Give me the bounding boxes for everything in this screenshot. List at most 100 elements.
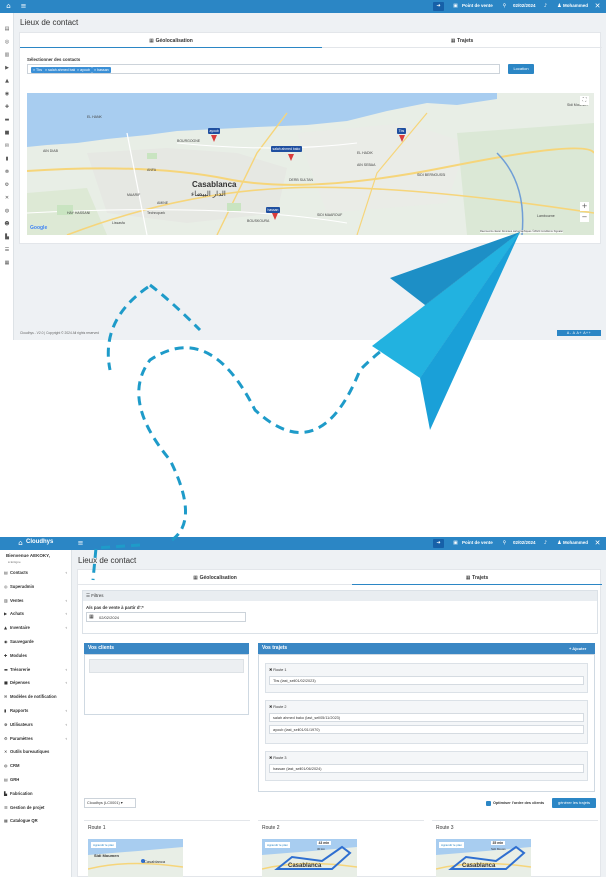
database-icon[interactable]: ◉ [4, 91, 10, 97]
search-icon[interactable]: ⚲ [500, 2, 509, 11]
puzzle-icon[interactable]: ✚ [4, 104, 10, 110]
home-icon[interactable]: ⌂ [4, 2, 13, 11]
sidebar-item[interactable]: ◉ Sauvegarde [4, 638, 70, 646]
generate-routes-button[interactable]: générer les trajets [552, 798, 596, 808]
sidebar-item[interactable]: ▮ Rapports ‹ [4, 707, 70, 715]
topbar-user[interactable]: Mohammed [563, 3, 588, 8]
route-map[interactable]: Agrandir le plan Casablanca 43 min 30 km [262, 839, 357, 877]
route-item[interactable]: salah ahmed bako (last_sell05/11/2023) [269, 713, 584, 722]
enlarge-map-button[interactable]: Agrandir le plan [265, 842, 291, 848]
route-map[interactable]: Agrandir le plan Casablanca 35 min Sidi Mou… [436, 839, 531, 877]
sidebar-item[interactable]: ▶ Achats ‹ [4, 610, 70, 618]
gear-icon[interactable]: ⚙ [4, 182, 10, 188]
sidebar-item[interactable]: ■ Dépenses ‹ [4, 679, 70, 687]
route-item[interactable]: hassan (last_sell01/06/2024) [269, 764, 584, 773]
chart-icon[interactable]: ▮ [4, 156, 10, 162]
fullscreen-icon[interactable]: ⛶ [580, 96, 589, 105]
location-button[interactable]: Location [508, 64, 534, 74]
sidebar-item[interactable]: ▥ Ventes ‹ [4, 597, 70, 605]
route-title[interactable]: ✖ Route 2 [269, 704, 287, 709]
sidebar-item[interactable]: ✕ Outils bureautiques [4, 748, 70, 756]
filter-header[interactable]: ☰ Filtres [83, 591, 597, 601]
sidebar-item[interactable]: ▲ Inventaire ‹ [4, 624, 70, 632]
route-item[interactable]: Tbs (last_sell01/02/2023) [269, 676, 584, 685]
tab-geolocation[interactable]: ▦ Géolocalisation [20, 35, 322, 48]
eye-icon[interactable]: ◍ [4, 208, 10, 214]
industry-icon[interactable]: ▙ [4, 234, 10, 240]
truck-icon[interactable]: ▶ [4, 65, 10, 71]
brand-name[interactable]: Cloudhys [26, 539, 53, 545]
font-size-controls[interactable]: A- A A+ A++ [557, 330, 601, 336]
sidebar-item[interactable]: ⚙ Paramètres ‹ [4, 735, 70, 743]
route-card-title: Route 2 [262, 825, 280, 831]
map-pin[interactable] [399, 135, 405, 142]
warehouse-select[interactable]: Cloudhys (LC0001) ▾ [84, 798, 136, 808]
bell-icon[interactable]: ♪ [541, 2, 550, 11]
tools-icon[interactable]: ✕ [593, 539, 602, 548]
zoom-out-button[interactable]: − [580, 213, 589, 222]
contact-chip[interactable]: × hassan [92, 67, 111, 73]
sidebar-item[interactable]: ▬ Trésorerie ‹ [4, 666, 70, 674]
bell-icon[interactable]: ♪ [541, 539, 550, 548]
tab-trajets[interactable]: ▦ Trajets [352, 572, 602, 585]
map-pin[interactable] [288, 154, 294, 161]
topbar-user[interactable]: Mohammed [563, 540, 588, 545]
search-icon[interactable]: ⚲ [500, 539, 509, 548]
contact-chip[interactable]: × ayoub [75, 67, 92, 73]
pos-label[interactable]: Point de vente [462, 3, 493, 8]
wallet-icon[interactable]: ■ [4, 130, 10, 136]
tools-icon[interactable]: ✕ [593, 2, 602, 11]
qr-icon[interactable]: ▦ [4, 260, 10, 266]
zoom-in-button[interactable]: + [580, 202, 589, 211]
sidebar-item[interactable]: ▤ Contacts ‹ [4, 569, 70, 577]
sidebar-item[interactable]: ◍ CRM [4, 762, 70, 770]
menu-icon[interactable]: ≡ [19, 2, 28, 11]
sidebar-item[interactable]: ☸ Utilisateurs ‹ [4, 721, 70, 729]
menu-icon[interactable]: ≡ [76, 539, 85, 548]
chevron-left-icon: ‹ [65, 735, 67, 741]
tasks-icon[interactable]: ☰ [4, 247, 10, 253]
route-card-title: Route 1 [88, 825, 106, 831]
route-item[interactable]: ayoub (last_sell01/01/1970) [269, 725, 584, 734]
route-map[interactable]: Agrandir le plan Sidi Moumen Casablanca [88, 839, 183, 877]
optimize-label: Optimiser l'ordre des clients [493, 801, 545, 805]
users-cog-icon[interactable]: ☸ [4, 169, 10, 175]
map-pin[interactable] [211, 135, 217, 142]
users-icon[interactable]: ▤ [4, 26, 10, 32]
sidebar-item[interactable]: ✚ Modules [4, 652, 70, 660]
add-route-button[interactable]: + Ajouter [569, 646, 586, 651]
sidebar-item[interactable]: ▤ GRH [4, 776, 70, 784]
sidebar-item[interactable]: ▦ Catalogue QR [4, 817, 70, 825]
route-title[interactable]: ✖ Route 1 [269, 667, 287, 672]
map-pin[interactable] [272, 213, 278, 220]
user-shield-icon[interactable]: ◎ [4, 39, 10, 45]
money-icon[interactable]: ▬ [4, 117, 10, 123]
tab-trajets[interactable]: ▦ Trajets [322, 35, 602, 48]
sidebar-item[interactable]: ☰ Gestion de projet [4, 804, 70, 812]
envelope-icon[interactable]: ✉ [4, 143, 10, 149]
sidebar-item[interactable]: ✉ Modèles de notification [4, 693, 70, 701]
enlarge-map-button[interactable]: Agrandir le plan [439, 842, 465, 848]
sidebar-item[interactable]: ▙ Fabrication [4, 790, 70, 798]
date-input[interactable]: ▦ 02/02/2024 [86, 612, 246, 622]
boxes-icon[interactable]: ▲ [4, 78, 10, 84]
tools-icon[interactable]: ✕ [4, 195, 10, 201]
pos-label[interactable]: Point de vente [462, 540, 493, 545]
cart-icon[interactable]: ▥ [4, 52, 10, 58]
map-label: DERB SULTAN [289, 178, 313, 182]
optimize-checkbox[interactable] [486, 801, 491, 806]
sidebar-item[interactable]: ◎ Superadmin [4, 583, 70, 591]
online-status: ● Enligne [8, 560, 21, 564]
contacts-select[interactable]: × Tbs × salah ahmed bako × ayoub × hassa… [27, 64, 500, 74]
enlarge-map-button[interactable]: Agrandir le plan [91, 842, 117, 848]
clients-dropzone[interactable] [89, 659, 244, 673]
route-title[interactable]: ✖ Route 3 [269, 755, 287, 760]
sidebar-item-label: Superadmin [10, 583, 35, 589]
home-icon[interactable]: ⌂ [16, 539, 25, 548]
tab-geolocation[interactable]: ▦ Géolocalisation [78, 572, 352, 585]
contact-chip[interactable]: × salah ahmed bako [43, 67, 80, 73]
map-label: SIDI MAAROUF [317, 213, 343, 217]
map-view[interactable]: Casablanca الدار البيضاء EL HANK AIN DIA… [27, 93, 594, 235]
users-icon[interactable]: ☻ [4, 221, 10, 227]
sidebar-item-label: Modèles de notification [10, 694, 57, 700]
